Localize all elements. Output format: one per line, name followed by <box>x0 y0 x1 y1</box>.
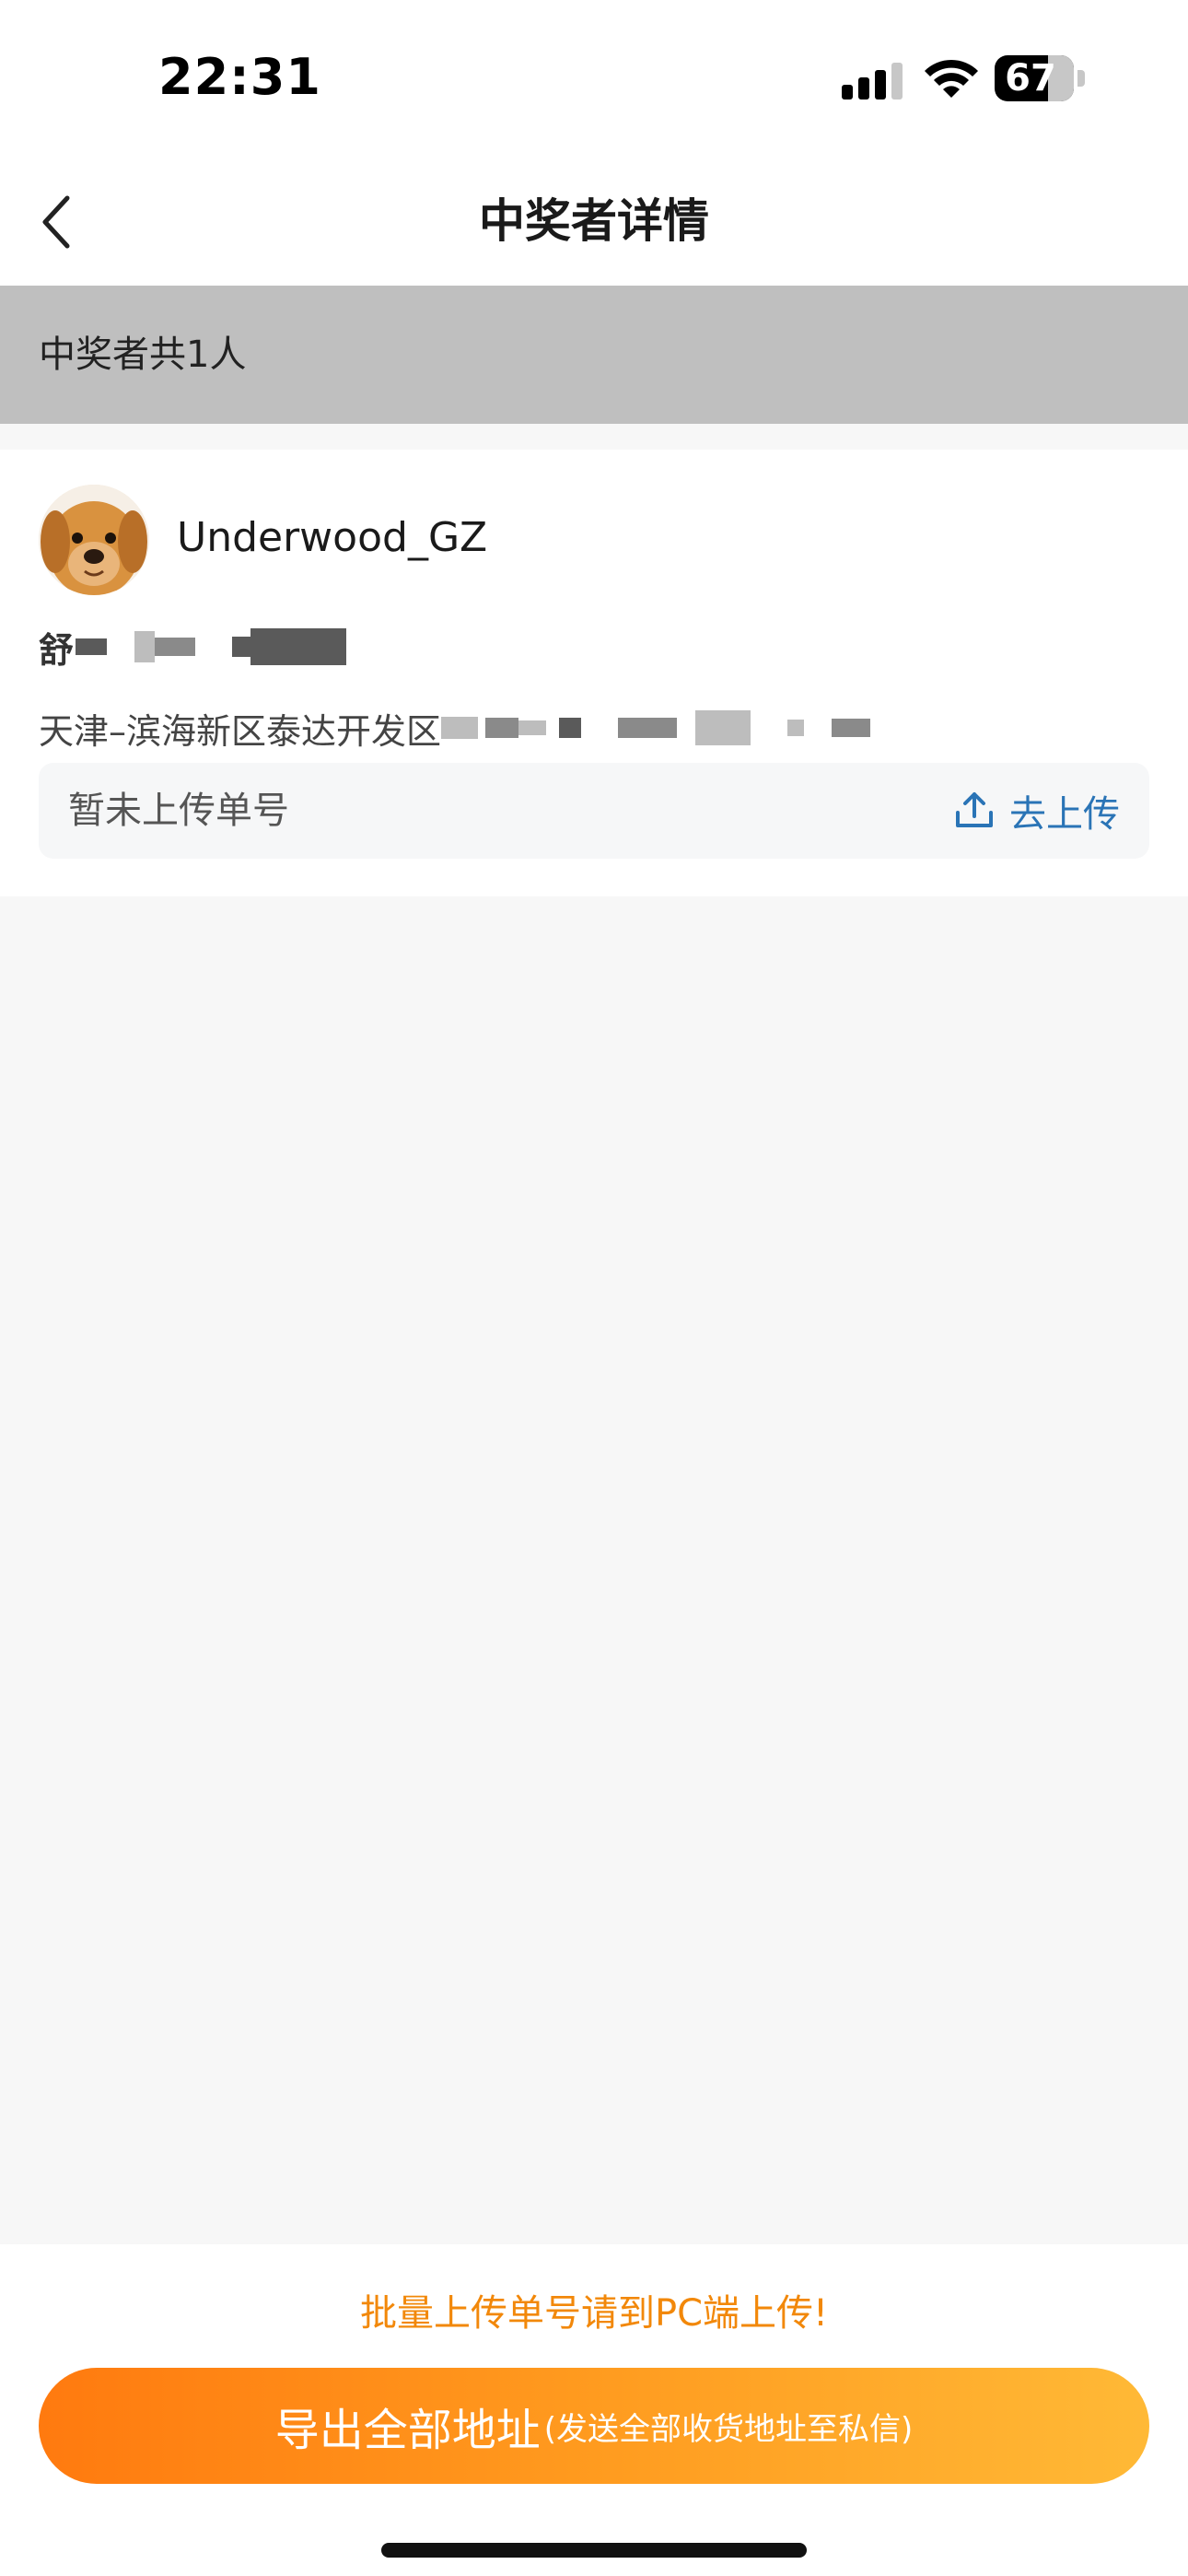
redacted-mosaic <box>832 719 871 737</box>
redacted-mosaic <box>618 718 678 738</box>
redacted-mosaic <box>76 638 108 655</box>
winner-count-banner: 中奖者共1人 <box>0 286 1188 424</box>
back-button[interactable] <box>24 190 88 254</box>
redacted-mosaic <box>787 720 805 736</box>
status-bar: 22:31 67 <box>0 0 1188 157</box>
avatar[interactable] <box>39 485 149 595</box>
receiver-address: 天津–滨海新区泰达开发区 <box>39 698 871 757</box>
pc-upload-hint: 批量上传单号请到PC端上传! <box>359 2292 829 2335</box>
upload-tracking-button[interactable]: 去上传 <box>952 763 1120 859</box>
battery-level: 67 <box>1005 57 1056 100</box>
wifi-icon <box>925 59 978 98</box>
chevron-left-icon <box>42 195 70 249</box>
tracking-status-text: 暂未上传单号 <box>68 790 289 832</box>
upload-label: 去上传 <box>1009 793 1120 836</box>
winner-count-text: 中奖者共1人 <box>39 334 247 376</box>
export-button-label: 导出全部地址 <box>274 2405 541 2456</box>
redacted-mosaic <box>485 718 519 738</box>
redacted-mosaic <box>695 710 751 745</box>
winner-username: Underwood_GZ <box>177 514 488 561</box>
tracking-number-row: 暂未上传单号 去上传 <box>39 763 1149 859</box>
redacted-mosaic <box>518 720 547 735</box>
status-time: 22:31 <box>158 48 321 106</box>
bottom-panel: 批量上传单号请到PC端上传! 导出全部地址 (发送全部收货地址至私信) <box>0 2244 1188 2576</box>
page-title: 中奖者详情 <box>479 194 709 248</box>
export-button-sublabel: (发送全部收货地址至私信) <box>543 2410 914 2448</box>
receiver-name-visible: 舒 <box>39 629 75 671</box>
redacted-mosaic <box>250 628 347 665</box>
home-indicator[interactable] <box>381 2543 807 2558</box>
address-visible: 天津–滨海新区泰达开发区 <box>39 710 442 752</box>
redacted-mosaic <box>232 637 251 657</box>
winner-card: Underwood_GZ 舒 天津–滨海新区泰达开发区 暂未上传单号 去上传 <box>0 450 1188 896</box>
nav-bar: 中奖者详情 <box>0 157 1188 286</box>
redacted-mosaic <box>559 718 582 738</box>
export-all-addresses-button[interactable]: 导出全部地址 (发送全部收货地址至私信) <box>39 2368 1149 2484</box>
receiver-name: 舒 <box>39 621 347 673</box>
redacted-mosaic <box>134 631 156 662</box>
dog-avatar-image <box>39 485 149 595</box>
battery-icon: 67 <box>995 55 1087 103</box>
upload-icon <box>956 792 993 827</box>
signal-icon <box>842 63 903 100</box>
redacted-mosaic <box>441 717 479 739</box>
redacted-mosaic <box>155 638 196 656</box>
